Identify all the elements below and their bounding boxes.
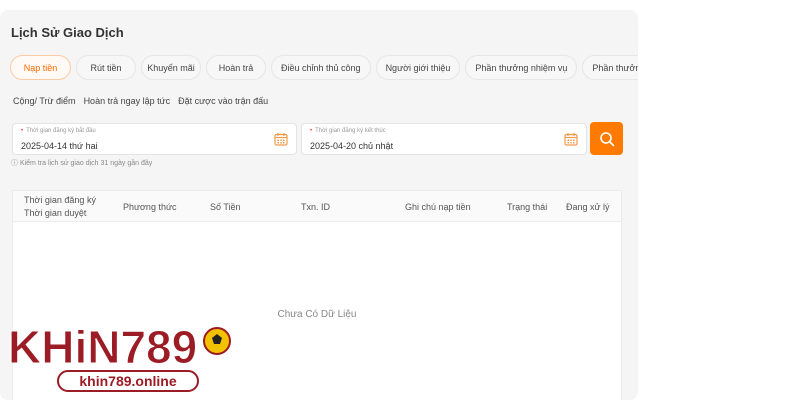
tab-referral[interactable]: Người giới thiệu xyxy=(375,55,461,80)
khin789-logo: KHiN789 khin789.online xyxy=(8,321,231,392)
end-date-label: Thời gian đăng ký kết thúc xyxy=(315,128,386,134)
col-processing: Đang xử lý xyxy=(566,202,610,212)
logo-brand-text: KHiN789 xyxy=(8,321,197,373)
required-mark: • xyxy=(21,128,24,134)
start-date-value: 2025-04-14 thứ hai xyxy=(21,141,98,151)
col-method: Phương thức xyxy=(123,202,177,212)
tab-points-adjust[interactable]: Cộng/ Trừ điểm xyxy=(11,88,78,113)
soccer-ball-icon xyxy=(203,327,231,355)
tab-rebate[interactable]: Hoàn trả xyxy=(206,55,266,80)
tab-mission-reward[interactable]: Phần thưởng nhiệm vụ xyxy=(465,55,578,80)
date-range-hint: ⓘ Kiểm tra lịch sử giao dịch 31 ngày gần… xyxy=(11,160,153,167)
tab-activity-reward[interactable]: Phần thưởng hoạt động xyxy=(582,55,638,80)
required-mark: • xyxy=(310,128,313,134)
col-status: Trạng thái xyxy=(507,202,548,212)
table-header: Thời gian đăng ký Thời gian duyệt Phương… xyxy=(13,191,621,222)
end-date-value: 2025-04-20 chủ nhật xyxy=(310,141,394,151)
search-button[interactable] xyxy=(590,122,623,155)
logo-domain-text: khin789.online xyxy=(79,373,176,389)
tab-match-bet[interactable]: Đặt cược vào trận đấu xyxy=(176,88,270,113)
tab-manual-adjust[interactable]: Điều chỉnh thủ công xyxy=(271,55,371,80)
col-txn-id: Txn. ID xyxy=(301,202,331,212)
col-deposit-note: Ghi chú nạp tiền xyxy=(405,202,471,212)
tab-instant-rebate[interactable]: Hoàn trả ngay lập tức xyxy=(82,88,173,113)
col-time-register: Thời gian đăng ký xyxy=(24,195,96,205)
col-amount: Số Tiền xyxy=(210,202,241,212)
tabs-row-secondary: Cộng/ Trừ điểm Hoàn trả ngay lập tức Đặt… xyxy=(11,88,270,113)
search-icon xyxy=(599,131,614,146)
start-date-label: Thời gian đăng ký bắt đầu xyxy=(26,128,96,134)
calendar-icon[interactable] xyxy=(564,132,578,146)
end-date-field[interactable]: • Thời gian đăng ký kết thúc 2025-04-20 c… xyxy=(301,123,587,155)
tab-withdraw[interactable]: Rút tiền xyxy=(76,55,136,80)
calendar-icon[interactable] xyxy=(274,132,288,146)
tab-deposit[interactable]: Nạp tiền xyxy=(10,55,71,80)
tabs-row-primary: Nạp tiền Rút tiền Khuyến mãi Hoàn trả Đi… xyxy=(10,55,638,80)
tab-promotion[interactable]: Khuyến mãi xyxy=(141,55,201,80)
col-time-approve: Thời gian duyệt xyxy=(24,208,87,218)
start-date-field[interactable]: • Thời gian đăng ký bắt đầu 2025-04-14 th… xyxy=(12,123,297,155)
page-title: Lịch Sử Giao Dịch xyxy=(11,25,124,40)
